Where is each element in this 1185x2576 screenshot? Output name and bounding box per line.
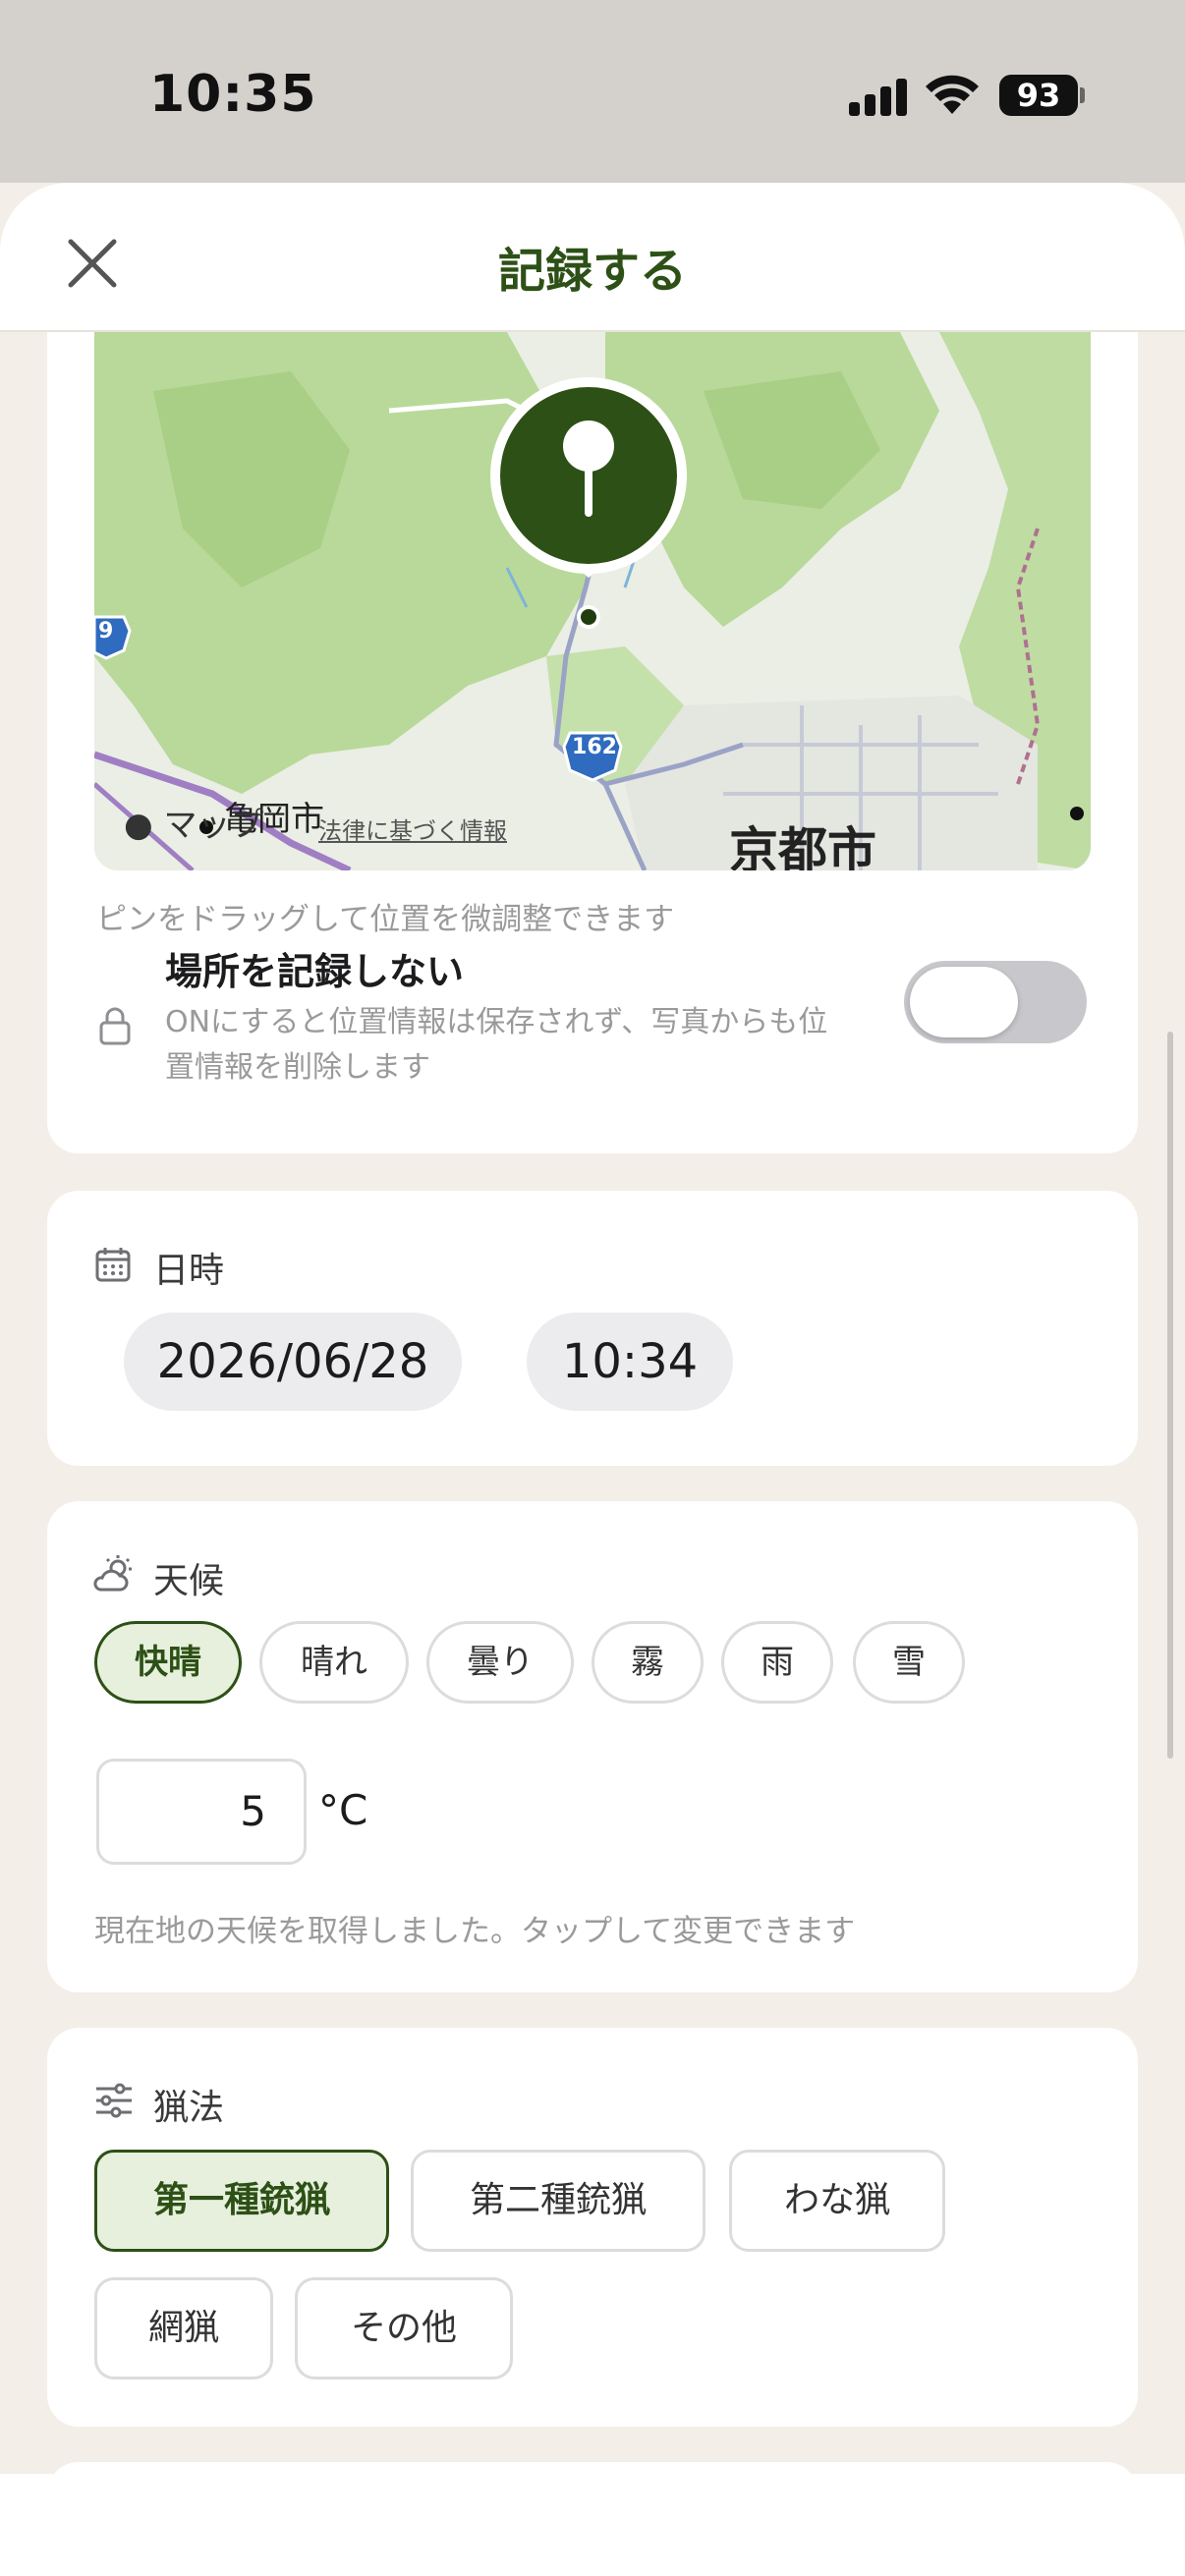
- method-title: 猟法: [153, 2088, 225, 2128]
- temperature-input[interactable]: 5: [96, 1759, 307, 1865]
- bottom-area: [0, 2474, 1185, 2576]
- scrollbar[interactable]: [1167, 1032, 1173, 1759]
- apple-icon: ●: [124, 806, 153, 845]
- map-legal-link[interactable]: 法律に基づく情報: [318, 812, 507, 846]
- page-title: 記録する: [497, 244, 687, 299]
- location-card: 162 9 亀岡市 京都市 ● マップ 法律に基づく情報 ピンをドラッグして位置…: [47, 332, 1138, 1153]
- weather-title: 天候: [153, 1561, 225, 1601]
- wifi-icon: [926, 75, 979, 114]
- signal-icon: [849, 79, 908, 116]
- method-option-trap[interactable]: わな猟: [729, 2150, 945, 2252]
- battery-icon: 93: [999, 75, 1078, 116]
- time-picker[interactable]: 10:34: [527, 1313, 733, 1411]
- weather-card: 天候 快晴 晴れ 曇り 霧 雨 雪 5 °C 現在地の天候を取得しました。タップ…: [47, 1501, 1138, 1992]
- status-time: 10:35: [149, 65, 317, 124]
- map-drag-hint: ピンをドラッグして位置を微調整できます: [96, 902, 675, 937]
- date-picker[interactable]: 2026/06/28: [124, 1313, 462, 1411]
- weather-hint: 現在地の天候を取得しました。タップして変更できます: [94, 1914, 856, 1949]
- sheet-header: 記録する: [0, 183, 1185, 332]
- method-option-other[interactable]: その他: [295, 2277, 513, 2380]
- next-card: [47, 2462, 1138, 2474]
- weather-option-cloudy[interactable]: 曇り: [426, 1621, 574, 1704]
- map-view[interactable]: 162 9 亀岡市 京都市 ● マップ 法律に基づく情報: [94, 332, 1091, 870]
- weather-option-snow[interactable]: 雪: [853, 1621, 965, 1704]
- datetime-title: 日時: [153, 1251, 225, 1291]
- form-content[interactable]: 162 9 亀岡市 京都市 ● マップ 法律に基づく情報 ピンをドラッグして位置…: [0, 332, 1185, 2474]
- datetime-card: 日時 2026/06/28 10:34: [47, 1191, 1138, 1466]
- weather-option-clear[interactable]: 快晴: [94, 1621, 242, 1704]
- no-location-desc-1: ONにすると位置情報は保存されず、写真からも位: [165, 1005, 828, 1039]
- calendar-icon: [95, 1248, 131, 1282]
- no-location-desc-2: 置情報を削除します: [165, 1050, 430, 1085]
- status-bar: 10:35 93: [0, 0, 1185, 183]
- map-route-162: 162: [572, 735, 617, 759]
- toggle-knob: [910, 967, 1018, 1037]
- sliders-icon: [96, 2083, 132, 2118]
- map-city-kyoto: 京都市: [729, 822, 876, 870]
- method-option-2[interactable]: 第二種銃猟: [411, 2150, 705, 2252]
- weather-option-sunny[interactable]: 晴れ: [259, 1621, 409, 1704]
- map-logo-text: マップ: [152, 806, 264, 845]
- map-route-9: 9: [98, 619, 114, 644]
- weather-option-rain[interactable]: 雨: [721, 1621, 833, 1704]
- method-card: 猟法 第一種銃猟 第二種銃猟 わな猟 網猟 その他: [47, 2028, 1138, 2427]
- apple-maps-logo: ● マップ: [124, 798, 263, 846]
- no-location-toggle[interactable]: [904, 961, 1087, 1043]
- method-option-1[interactable]: 第一種銃猟: [94, 2150, 389, 2252]
- temperature-unit: °C: [318, 1786, 368, 1834]
- battery-tip: [1080, 87, 1085, 103]
- weather-option-fog[interactable]: 霧: [592, 1621, 704, 1704]
- map-terrain: [94, 332, 1091, 870]
- method-option-net[interactable]: 網猟: [94, 2277, 273, 2380]
- partly-cloudy-icon: [93, 1555, 132, 1592]
- lock-icon: [99, 1007, 131, 1045]
- no-location-label: 場所を記録しない: [165, 950, 465, 993]
